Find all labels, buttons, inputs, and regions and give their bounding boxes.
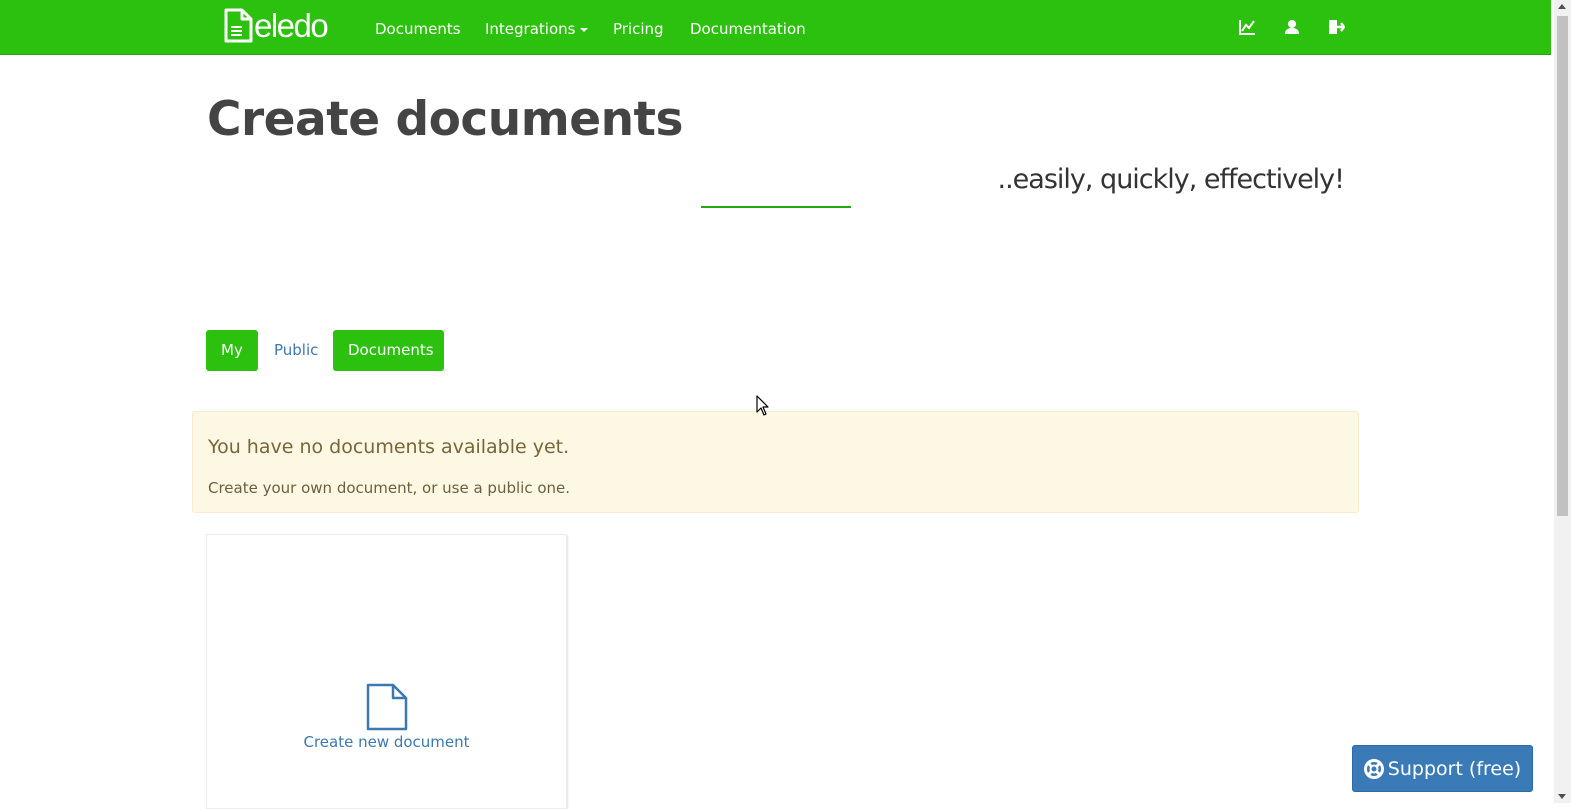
support-button[interactable]: Support (free) bbox=[1352, 745, 1533, 792]
life-ring-icon bbox=[1363, 758, 1384, 779]
caret-down-icon bbox=[580, 27, 589, 32]
alert-title: You have no documents available yet. bbox=[208, 436, 570, 458]
scroll-up-icon[interactable] bbox=[1558, 4, 1566, 9]
support-label: Support (free) bbox=[1387, 757, 1522, 780]
logout-icon[interactable] bbox=[1327, 18, 1346, 36]
brand-logo[interactable]: eledo bbox=[222, 7, 329, 45]
empty-state-alert: You have no documents available yet. Cre… bbox=[192, 411, 1359, 513]
top-navbar: eledo Documents Integrations Pricing Doc… bbox=[0, 0, 1551, 55]
chart-icon[interactable] bbox=[1238, 18, 1256, 36]
document-logo-icon bbox=[224, 8, 253, 43]
divider bbox=[701, 206, 851, 208]
nav-pricing[interactable]: Pricing bbox=[613, 0, 664, 58]
create-document-card[interactable]: Create new document bbox=[206, 534, 567, 809]
filter-my-button[interactable]: My bbox=[206, 330, 258, 371]
file-icon bbox=[366, 683, 408, 736]
alert-text: Create your own document, or use a publi… bbox=[208, 479, 571, 497]
nav-documentation[interactable]: Documentation bbox=[690, 0, 806, 58]
page-tagline: ..easily, quickly, effectively! bbox=[997, 164, 1345, 195]
filter-documents-button[interactable]: Documents bbox=[333, 330, 444, 371]
create-document-label[interactable]: Create new document bbox=[207, 733, 566, 751]
mouse-cursor-icon bbox=[756, 395, 770, 422]
filter-public-link[interactable]: Public bbox=[259, 330, 333, 371]
nav-integrations-label: Integrations bbox=[485, 20, 576, 38]
page-title: Create documents bbox=[207, 92, 683, 147]
scroll-down-icon[interactable] bbox=[1558, 794, 1566, 799]
vertical-scrollbar[interactable] bbox=[1554, 0, 1571, 803]
nav-documents[interactable]: Documents bbox=[375, 0, 461, 58]
user-icon[interactable] bbox=[1283, 18, 1301, 36]
scroll-thumb[interactable] bbox=[1557, 16, 1568, 516]
nav-integrations[interactable]: Integrations bbox=[485, 0, 589, 58]
brand-name: eledo bbox=[254, 7, 329, 44]
